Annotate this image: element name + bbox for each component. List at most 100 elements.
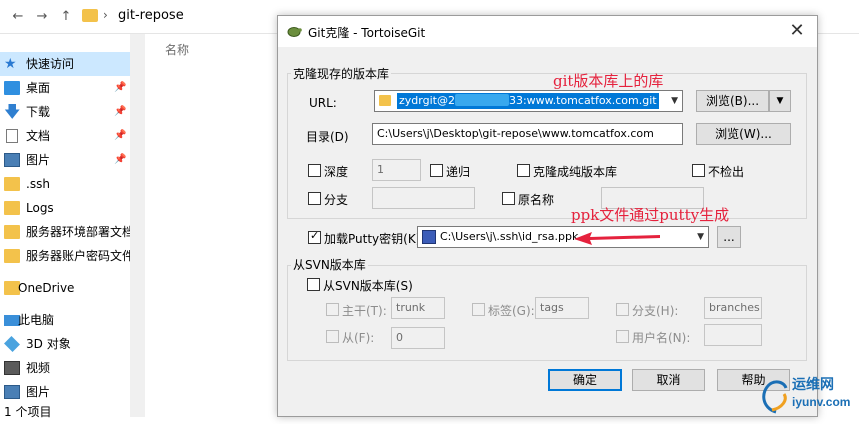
pin-icon[interactable]: 📌 (114, 76, 126, 100)
watermark-cn: 运维网 (792, 376, 834, 392)
pin-icon[interactable]: 📌 (114, 148, 126, 172)
tags-input[interactable]: tags (535, 297, 589, 319)
sidebar-item-ssh[interactable]: .ssh (0, 172, 145, 196)
no-checkout-checkbox[interactable] (692, 164, 705, 177)
origin-checkbox[interactable] (502, 192, 515, 205)
trunk-input[interactable]: trunk (391, 297, 445, 319)
status-item-count: 1 个项目 (4, 405, 52, 419)
chevron-right-icon: › (103, 8, 108, 22)
from-input[interactable]: 0 (391, 327, 445, 349)
sidebar-item-3d-objects[interactable]: 3D 对象 (0, 332, 145, 356)
directory-label: 目录(D) (306, 130, 349, 144)
cube-icon (4, 336, 20, 352)
swirl-logo-icon (762, 380, 788, 414)
back-icon[interactable]: ← (10, 8, 26, 26)
branch-checkbox[interactable] (308, 192, 321, 205)
picture-icon (4, 385, 20, 399)
browse-url-button[interactable]: 浏览(B)... (696, 90, 769, 112)
sidebar-item-downloads[interactable]: 🡇 下载 📌 (0, 100, 145, 124)
sidebar-item-this-pc[interactable]: 此电脑 (0, 308, 145, 332)
sidebar-item-deploy-docs[interactable]: 服务器环境部署文档 (0, 220, 145, 244)
explorer-right-area (818, 34, 859, 417)
no-checkout-label: 不检出 (708, 165, 745, 179)
tags-label: 标签(G): (488, 304, 535, 318)
browse-url-dropdown-button[interactable]: ▼ (769, 90, 791, 112)
depth-input[interactable]: 1 (372, 159, 421, 181)
bare-label: 克隆成纯版本库 (533, 165, 618, 179)
sidebar-item-onedrive[interactable]: OneDrive (0, 276, 145, 300)
watermark-logo: 运维网 iyunv.com (752, 368, 859, 417)
close-button[interactable]: ✕ (785, 20, 809, 44)
up-icon[interactable]: ↑ (58, 8, 74, 26)
sidebar-item-videos[interactable]: 视频 (0, 356, 145, 380)
sidebar-item-documents[interactable]: 文档 📌 (0, 124, 145, 148)
folder-icon (4, 225, 20, 239)
branches-checkbox[interactable] (616, 303, 629, 316)
folder-icon (4, 177, 20, 191)
depth-label: 深度 (324, 165, 349, 179)
username-input[interactable] (704, 324, 762, 346)
username-label: 用户名(N): (632, 331, 691, 345)
directory-input[interactable]: C:\Users\j\Desktop\git-repose\www.tomcat… (372, 123, 683, 145)
ok-button[interactable]: 确定 (548, 369, 622, 391)
git-clone-dialog: Git克隆 - TortoiseGit ✕ 克隆现存的版本库 URL: zydr… (277, 15, 818, 417)
document-icon (6, 129, 18, 143)
depth-checkbox[interactable] (308, 164, 321, 177)
sidebar-item-account-files[interactable]: 服务器账户密码文件 (0, 244, 145, 268)
origin-label: 原名称 (518, 193, 555, 207)
svn-group-title: 从SVN版本库 (291, 256, 368, 273)
trunk-label: 主干(T): (342, 304, 387, 318)
putty-key-checkbox[interactable] (308, 229, 321, 244)
putty-key-combobox[interactable]: C:\Users\j\.ssh\id_rsa.ppk ▼ (417, 226, 709, 248)
address-path[interactable]: git-repose (118, 8, 184, 23)
dialog-title: Git克隆 - TortoiseGit (308, 26, 426, 40)
sidebar-item-quick-access[interactable]: ★ 快速访问 (0, 52, 145, 76)
branches-label: 分支(H): (632, 304, 679, 318)
forward-icon[interactable]: → (34, 8, 50, 26)
sidebar-item-logs[interactable]: Logs (0, 196, 145, 220)
bare-checkbox[interactable] (517, 164, 530, 177)
watermark-url: iyunv.com (792, 395, 851, 409)
putty-key-browse-button[interactable]: ... (717, 226, 741, 248)
branches-input[interactable]: branches (704, 297, 762, 319)
chevron-down-icon[interactable]: ▼ (671, 91, 678, 111)
cancel-button[interactable]: 取消 (632, 369, 705, 391)
chevron-down-icon[interactable]: ▼ (697, 227, 704, 247)
pin-icon[interactable]: 📌 (114, 124, 126, 148)
annotation-ppk-note: ppk文件通过putty生成 (571, 206, 730, 224)
download-icon: 🡇 (4, 102, 21, 121)
from-checkbox[interactable] (326, 330, 339, 343)
trunk-checkbox[interactable] (326, 303, 339, 316)
browse-dir-button[interactable]: 浏览(W)... (696, 123, 791, 145)
star-icon: ★ (4, 56, 17, 72)
sidebar-scrollbar[interactable] (130, 34, 145, 417)
tags-checkbox[interactable] (472, 303, 485, 316)
sidebar-item-pictures[interactable]: 图片 📌 (0, 148, 145, 172)
putty-key-label: 加载Putty密钥(K) (324, 232, 421, 246)
pin-icon[interactable]: 📌 (114, 100, 126, 124)
from-svn-checkbox[interactable] (307, 278, 320, 291)
username-checkbox[interactable] (616, 330, 629, 343)
url-value: zydrgit@2 33:www.tomcatfox.com.git (397, 93, 659, 109)
folder-icon (4, 249, 20, 263)
clone-group-title: 克隆现存的版本库 (291, 65, 392, 82)
recursive-checkbox[interactable] (430, 164, 443, 177)
recursive-label: 递归 (446, 165, 471, 179)
desktop-icon (4, 81, 20, 95)
key-file-icon (422, 230, 436, 244)
putty-key-value: C:\Users\j\.ssh\id_rsa.ppk (440, 230, 579, 243)
navigation-pane: ★ 快速访问 桌面 📌 🡇 下载 📌 文档 📌 图片 📌 .ssh Logs 服… (0, 34, 145, 419)
dialog-titlebar[interactable]: Git克隆 - TortoiseGit ✕ (278, 16, 817, 47)
branch-input[interactable] (372, 187, 475, 209)
branch-label: 分支 (324, 193, 349, 207)
from-svn-label: 从SVN版本库(S) (323, 279, 413, 293)
column-header-name[interactable]: 名称 (165, 41, 189, 58)
annotation-repo-note: git版本库上的库 (553, 72, 664, 90)
picture-icon (4, 153, 20, 167)
annotation-arrow (574, 232, 660, 245)
video-icon (4, 361, 20, 375)
folder-icon (4, 201, 20, 215)
url-combobox[interactable]: zydrgit@2 33:www.tomcatfox.com.git ▼ (374, 90, 683, 112)
folder-icon (82, 9, 98, 22)
sidebar-item-desktop[interactable]: 桌面 📌 (0, 76, 145, 100)
